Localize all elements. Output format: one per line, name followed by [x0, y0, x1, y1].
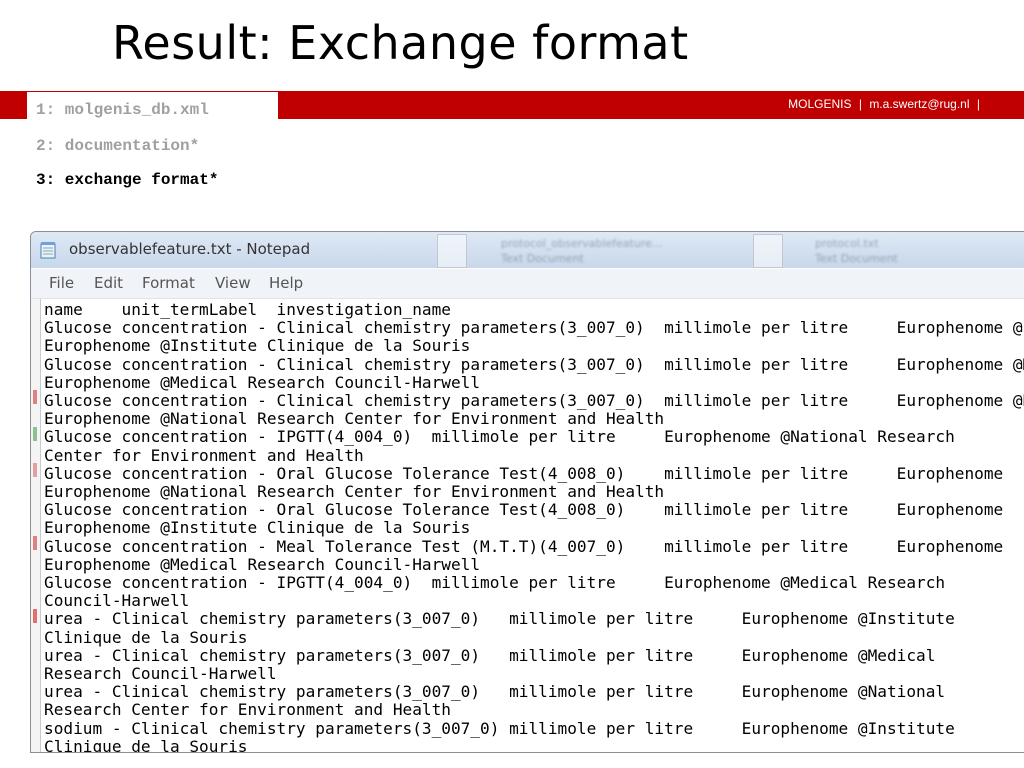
background-file-name: protocol_observablefeature... [501, 237, 663, 250]
text-line: sodium - Clinical chemistry parameters(3… [44, 718, 955, 738]
text-line: name unit_termLabel investigation_name [44, 300, 451, 319]
text-line: Glucose concentration - Meal Tolerance T… [44, 536, 1004, 556]
slide-item-exchange-format[interactable]: 3: exchange format* [36, 171, 218, 189]
text-line: Glucose concentration - Clinical chemist… [44, 354, 1024, 374]
header-info: MOLGENIS | m.a.swertz@rug.nl | [788, 97, 984, 111]
background-file-type: Text Document [501, 252, 584, 265]
gutter-mark [33, 390, 37, 404]
gutter-mark [33, 536, 37, 550]
gutter-mark [33, 463, 37, 477]
editor-gutter [31, 299, 40, 752]
text-line: Council-Harwell [44, 591, 190, 611]
menu-format[interactable]: Format [142, 274, 195, 292]
text-line: Europhenome @Medical Research Council-Ha… [44, 554, 481, 574]
menu-help[interactable]: Help [269, 274, 303, 292]
notepad-text-lines: name unit_termLabel investigation_name Gl… [41, 299, 1024, 752]
text-line: urea - Clinical chemistry parameters(3_0… [44, 682, 946, 702]
text-line: Glucose concentration - Oral Glucose Tol… [44, 463, 1004, 483]
notepad-menubar: File Edit Format View Help [31, 269, 1024, 299]
menu-file[interactable]: File [49, 274, 74, 292]
text-line: Europhenome @National Research Center fo… [44, 409, 665, 429]
background-file-thumbnail [437, 234, 467, 268]
menu-edit[interactable]: Edit [94, 274, 123, 292]
notepad-window: observablefeature.txt - Notepad protocol… [30, 231, 1024, 753]
text-line: Research Center for Environment and Heal… [44, 700, 451, 720]
menu-view[interactable]: View [215, 274, 251, 292]
slide-item-molgenis-db[interactable]: 1: molgenis_db.xml [27, 92, 278, 120]
notepad-title: observablefeature.txt - Notepad [69, 240, 311, 258]
text-line: Glucose concentration - Oral Glucose Tol… [44, 500, 1004, 520]
notepad-icon [40, 242, 56, 259]
background-file-type: Text Document [815, 252, 898, 265]
text-line: Europhenome @Institute Clinique de la So… [44, 518, 471, 538]
gutter-mark [33, 427, 37, 441]
text-line: Europhenome @National Research Center fo… [44, 482, 665, 502]
text-line: Glucose concentration - Clinical chemist… [44, 318, 1024, 338]
text-line: Glucose concentration - Clinical chemist… [44, 391, 1024, 411]
text-line: Clinique de la Souris [44, 736, 248, 752]
text-line: Europhenome @Institute Clinique de la So… [44, 336, 471, 356]
gutter-mark [33, 609, 37, 623]
background-file-thumbnail [753, 234, 783, 268]
slide-item-documentation[interactable]: 2: documentation* [36, 137, 199, 155]
text-line: Research Council-Harwell [44, 664, 277, 684]
header-org: MOLGENIS [788, 97, 852, 111]
text-line: Glucose concentration - IPGTT(4_004_0) m… [44, 427, 955, 447]
header-separator: | [858, 97, 862, 111]
text-line: Clinique de la Souris [44, 627, 248, 647]
header-email[interactable]: m.a.swertz@rug.nl [869, 97, 969, 111]
header-separator: | [976, 97, 980, 111]
text-line: Europhenome @Medical Research Council-Ha… [44, 372, 481, 392]
background-file-name: protocol.txt [815, 237, 879, 250]
background-file-label: protocol.txt Text Document [815, 236, 898, 266]
background-file-label: protocol_observablefeature... Text Docum… [501, 236, 662, 266]
notepad-text-area[interactable]: name unit_termLabel investigation_name Gl… [40, 299, 1024, 752]
text-line: Glucose concentration - IPGTT(4_004_0) m… [44, 573, 946, 593]
text-line: urea - Clinical chemistry parameters(3_0… [44, 645, 936, 665]
slide-title: Result: Exchange format [112, 16, 689, 70]
notepad-titlebar[interactable]: observablefeature.txt - Notepad protocol… [31, 232, 1024, 268]
text-line: Center for Environment and Health [44, 445, 364, 465]
text-line: urea - Clinical chemistry parameters(3_0… [44, 609, 955, 629]
